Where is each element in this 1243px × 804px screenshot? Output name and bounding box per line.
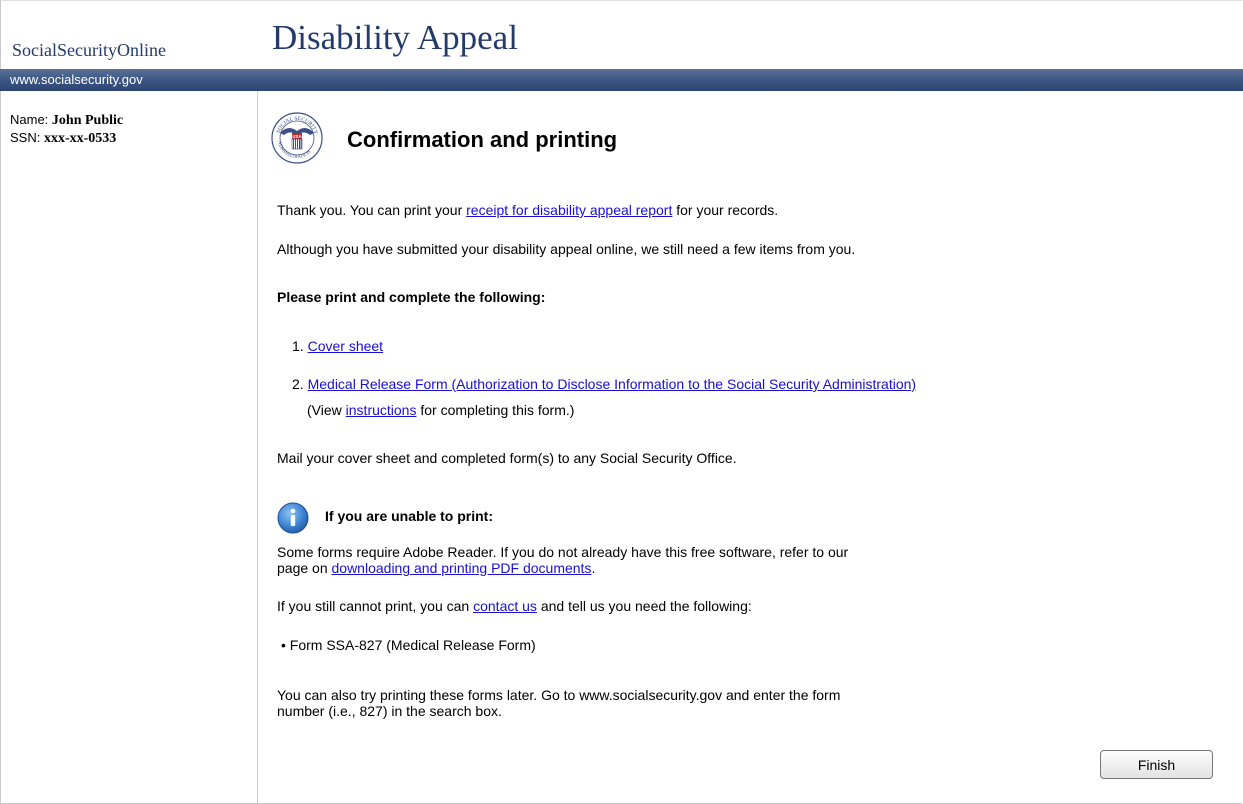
ssn-value: xxx-xx-0533 xyxy=(43,131,117,146)
medical-release-form-link[interactable]: Medical Release Form (Authorization to D… xyxy=(308,376,916,392)
receipt-text-post: for your records. xyxy=(672,202,779,218)
adobe-text-pre: page on xyxy=(277,560,332,576)
contact-paragraph: If you still cannot print, you can conta… xyxy=(277,599,752,614)
contact-text-post: and tell us you need the following: xyxy=(536,598,752,614)
page-title: Disability Appeal xyxy=(272,18,518,57)
user-ssn-row: SSN: xxx-xx-0533 xyxy=(10,129,123,147)
user-info: Name: John Public SSN: xxx-xx-0533 xyxy=(10,111,123,147)
list-item-number: 2. xyxy=(292,376,308,392)
ssn-label: SSN: xyxy=(10,130,41,145)
ssa-seal-logo: SOCIAL SECURITY ADMINISTRATION USA xyxy=(271,112,323,164)
cover-sheet-link[interactable]: Cover sheet xyxy=(308,338,383,354)
receipt-link[interactable]: receipt for disability appeal report xyxy=(466,202,672,218)
name-value: John Public xyxy=(51,113,124,128)
mail-text: Mail your cover sheet and completed form… xyxy=(277,450,737,466)
try-later-line2: number (i.e., 827) in the search box. xyxy=(277,703,502,719)
adobe-text-post: . xyxy=(591,560,596,576)
list-item-number: 1. xyxy=(292,338,308,354)
brand-name: SocialSecurityOnline xyxy=(12,40,166,60)
print-heading: Please print and complete the following: xyxy=(277,289,546,305)
pdf-help-link[interactable]: downloading and printing PDF documents xyxy=(332,560,592,576)
receipt-text-pre: Thank you. You can print your xyxy=(277,202,467,218)
adobe-text-line2: page on downloading and printing PDF doc… xyxy=(277,561,595,576)
instructions-note: (View instructions for completing this f… xyxy=(307,403,574,418)
name-label: Name: xyxy=(10,112,49,127)
still-need-text: Although you have submitted your disabil… xyxy=(277,241,856,257)
try-later-line1: You can also try printing these forms la… xyxy=(277,687,841,703)
contact-text-pre: If you still cannot print, you can xyxy=(277,598,474,614)
instructions-text-pre: (View xyxy=(307,402,346,418)
adobe-text-line1: Some forms require Adobe Reader. If you … xyxy=(277,544,849,560)
sidebar-divider xyxy=(257,91,258,804)
unable-to-print-heading: If you are unable to print: xyxy=(325,508,494,524)
seal-usa-text: USA xyxy=(292,134,302,139)
section-heading: Confirmation and printing xyxy=(347,127,618,152)
receipt-paragraph: Thank you. You can print your receipt fo… xyxy=(277,203,778,218)
instructions-link[interactable]: instructions xyxy=(346,402,417,418)
info-icon xyxy=(277,502,309,534)
list-item: 2. Medical Release Form (Authorization t… xyxy=(292,377,916,392)
user-name-row: Name: John Public xyxy=(10,111,123,129)
finish-button[interactable]: Finish xyxy=(1100,750,1213,779)
list-item: 1. Cover sheet xyxy=(292,339,383,354)
instructions-text-post: for completing this form.) xyxy=(416,402,575,418)
site-url: www.socialsecurity.gov xyxy=(10,72,143,87)
contact-us-link[interactable]: contact us xyxy=(473,598,537,614)
site-bar: www.socialsecurity.gov xyxy=(0,69,1243,91)
page-frame xyxy=(0,0,1242,804)
form-bullet-item: • Form SSA-827 (Medical Release Form) xyxy=(281,637,536,653)
